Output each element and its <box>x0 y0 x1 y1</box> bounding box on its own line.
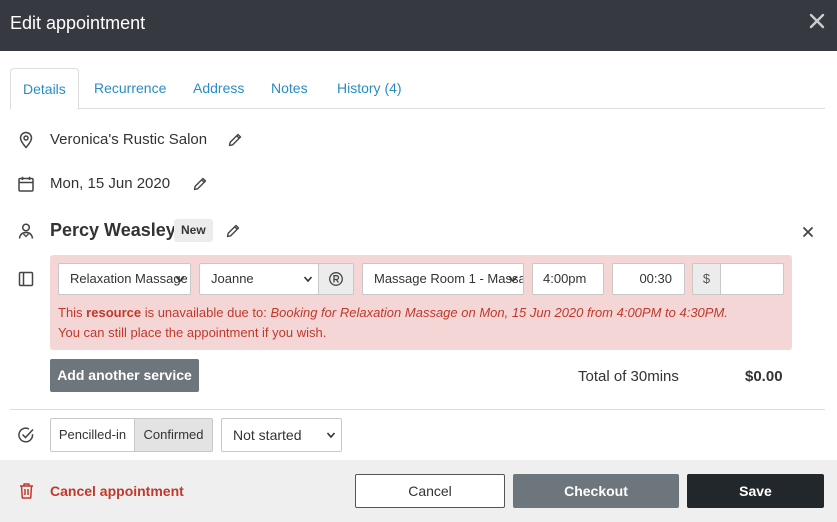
client-name[interactable]: Percy Weasley <box>50 220 176 241</box>
checkout-button[interactable]: Checkout <box>513 474 679 508</box>
pencilled-in-toggle[interactable]: Pencilled-in <box>50 418 135 452</box>
resource-select-value: Massage Room 1 - Massage <box>374 271 524 286</box>
chevron-down-icon <box>508 276 518 283</box>
dialog-title: Edit appointment <box>10 13 146 33</box>
progress-status-select[interactable]: Not started <box>221 418 342 452</box>
cancel-button[interactable]: Cancel <box>355 474 505 508</box>
currency-addon: $ <box>692 263 721 295</box>
staff-request-button[interactable] <box>318 263 354 295</box>
error-detail: Booking for Relaxation Massage on Mon, 1… <box>270 305 728 320</box>
add-another-service-button[interactable]: Add another service <box>50 359 199 392</box>
calendar-icon <box>18 176 34 192</box>
progress-status-value: Not started <box>233 427 302 443</box>
requested-staff-icon <box>329 272 343 286</box>
edit-client-pencil-icon[interactable] <box>225 223 241 239</box>
staff-select[interactable]: Joanne <box>199 263 319 295</box>
confirmed-toggle[interactable]: Confirmed <box>134 418 213 452</box>
staff-select-value: Joanne <box>211 271 254 286</box>
tab-history[interactable]: History (4) <box>337 68 402 109</box>
start-time-input[interactable]: 4:00pm <box>532 263 604 295</box>
duration-input[interactable]: 00:30 <box>612 263 685 295</box>
tab-recurrence[interactable]: Recurrence <box>94 68 166 109</box>
cancel-appointment-link[interactable]: Cancel appointment <box>50 483 184 499</box>
price-input[interactable] <box>720 263 784 295</box>
service-select[interactable]: Relaxation Massage <box>58 263 191 295</box>
check-circle-icon <box>18 427 34 443</box>
error-bold: resource <box>86 305 142 320</box>
client-person-icon <box>18 223 34 239</box>
close-icon[interactable] <box>807 11 827 31</box>
error-mid: is unavailable due to: <box>141 305 271 320</box>
resource-error-hint: You can still place the appointment if y… <box>58 325 327 340</box>
total-duration-label: Total of 30mins <box>578 368 679 385</box>
service-sidebar-icon <box>18 271 34 287</box>
divider <box>10 409 825 410</box>
location-pin-icon <box>19 131 33 149</box>
tab-details[interactable]: Details <box>10 68 79 110</box>
remove-client-close-icon[interactable] <box>802 226 814 238</box>
save-button[interactable]: Save <box>687 474 824 508</box>
resource-select[interactable]: Massage Room 1 - Massage <box>362 263 524 295</box>
trash-icon[interactable] <box>18 482 35 500</box>
location-name: Veronica's Rustic Salon <box>50 131 208 148</box>
resource-error-message: This resource is unavailable due to: Boo… <box>58 305 728 320</box>
client-new-badge: New <box>174 219 213 242</box>
edit-location-pencil-icon[interactable] <box>227 132 243 148</box>
total-price: $0.00 <box>745 368 783 385</box>
service-select-value: Relaxation Massage <box>70 271 188 286</box>
tab-notes[interactable]: Notes <box>271 68 308 109</box>
chevron-down-icon <box>175 276 185 283</box>
edit-date-pencil-icon[interactable] <box>192 176 208 192</box>
tab-bar: Details Recurrence Address Notes History… <box>10 68 825 110</box>
chevron-down-icon <box>326 432 336 439</box>
dialog-header: Edit appointment <box>0 0 837 51</box>
error-prefix: This <box>58 305 87 320</box>
chevron-down-icon <box>303 276 313 283</box>
tab-address[interactable]: Address <box>193 68 244 109</box>
appointment-date: Mon, 15 Jun 2020 <box>50 175 171 192</box>
